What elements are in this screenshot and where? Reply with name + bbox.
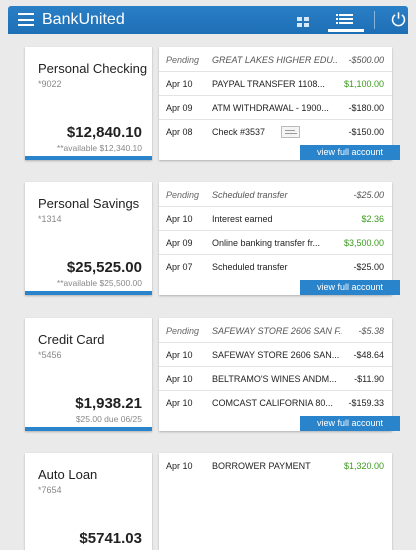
available-balance: **available $25,500.00 bbox=[56, 278, 142, 288]
transaction-row[interactable]: Apr 10 Interest earned $2.36 bbox=[159, 207, 392, 231]
check-image-icon[interactable] bbox=[281, 126, 300, 138]
transaction-description: Online banking transfer fr... bbox=[212, 238, 321, 248]
transaction-row[interactable]: Pending Scheduled transfer -$25.00 bbox=[159, 183, 392, 207]
account-balance: $25,525.00 bbox=[66, 259, 142, 276]
transaction-description: ATM WITHDRAWAL - 1900... bbox=[212, 103, 329, 113]
view-full-account-button[interactable]: view full account bbox=[300, 145, 400, 160]
transactions-panel: Apr 10 BORROWER PAYMENT $1,320.00 bbox=[159, 453, 392, 550]
transaction-date: Apr 10 bbox=[166, 79, 193, 89]
app-title: BankUnited bbox=[42, 11, 125, 28]
transaction-description: COMCAST CALIFORNIA 80... bbox=[212, 398, 333, 408]
transaction-description: BELTRAMO'S WINES ANDM... bbox=[212, 374, 337, 384]
account-summary-card[interactable]: Auto Loan *7654 $5741.03 bbox=[25, 453, 152, 550]
transaction-row[interactable]: Pending SAFEWAY STORE 2606 SAN F... -$5.… bbox=[159, 319, 392, 343]
transaction-row[interactable]: Apr 10 BELTRAMO'S WINES ANDM... -$11.90 bbox=[159, 367, 392, 391]
account-balance: $1,938.21 bbox=[75, 395, 142, 412]
transaction-amount: -$159.33 bbox=[348, 398, 384, 408]
account-number: *1314 bbox=[38, 214, 62, 224]
account-name: Personal Savings bbox=[38, 196, 140, 211]
transaction-date: Apr 08 bbox=[166, 127, 193, 137]
app-bar: BankUnited bbox=[8, 6, 408, 34]
transaction-description: Scheduled transfer bbox=[212, 262, 288, 272]
account-number: *9022 bbox=[38, 79, 62, 89]
payment-due: $25.00 due 06/25 bbox=[75, 414, 142, 424]
transaction-row[interactable]: Apr 10 PAYPAL TRANSFER 1108... $1,100.00 bbox=[159, 72, 392, 96]
account-name: Auto Loan bbox=[38, 467, 98, 482]
transaction-row[interactable]: Apr 09 Online banking transfer fr... $3,… bbox=[159, 231, 392, 255]
transaction-amount: $2.36 bbox=[361, 214, 384, 224]
transaction-date: Apr 09 bbox=[166, 103, 193, 113]
transaction-row[interactable]: Pending GREAT LAKES HIGHER EDU... -$500.… bbox=[159, 48, 392, 72]
available-balance: **available $12,340.10 bbox=[56, 143, 142, 153]
transaction-description: SAFEWAY STORE 2606 SAN F... bbox=[212, 326, 342, 336]
transaction-amount: -$180.00 bbox=[348, 103, 384, 113]
transaction-description: BORROWER PAYMENT bbox=[212, 461, 311, 471]
grid-view-icon[interactable] bbox=[297, 17, 309, 27]
transactions-panel: Pending GREAT LAKES HIGHER EDU... -$500.… bbox=[159, 47, 400, 160]
transaction-amount: $1,100.00 bbox=[343, 79, 384, 89]
view-full-account-button[interactable]: view full account bbox=[300, 416, 400, 431]
account-name: Personal Checking bbox=[38, 61, 148, 76]
transaction-row[interactable]: Apr 10 SAFEWAY STORE 2606 SAN... -$48.64 bbox=[159, 343, 392, 367]
transaction-amount: $1,320.00 bbox=[343, 461, 384, 471]
transaction-row[interactable]: Apr 07 Scheduled transfer -$25.00 bbox=[159, 255, 392, 279]
transaction-amount: -$500.00 bbox=[348, 55, 384, 65]
transaction-date: Apr 07 bbox=[166, 262, 193, 272]
account-summary-card[interactable]: Personal Checking *9022 $12,840.10 **ava… bbox=[25, 47, 152, 160]
transaction-date: Pending bbox=[166, 326, 200, 336]
transactions-panel: Pending Scheduled transfer -$25.00 Apr 1… bbox=[159, 182, 400, 295]
transaction-row[interactable]: Apr 10 BORROWER PAYMENT $1,320.00 bbox=[159, 454, 392, 478]
account-number: *7654 bbox=[38, 485, 62, 495]
transaction-amount: -$25.00 bbox=[353, 262, 384, 272]
transaction-date: Apr 10 bbox=[166, 214, 193, 224]
account-balance: $12,840.10 bbox=[66, 124, 142, 141]
account-summary-card[interactable]: Personal Savings *1314 $25,525.00 **avai… bbox=[25, 182, 152, 295]
transaction-row[interactable]: Apr 10 COMCAST CALIFORNIA 80... -$159.33 bbox=[159, 391, 392, 415]
transaction-description: Scheduled transfer bbox=[212, 190, 288, 200]
transaction-amount: -$48.64 bbox=[353, 350, 384, 360]
transaction-amount: -$25.00 bbox=[353, 190, 384, 200]
transaction-description: GREAT LAKES HIGHER EDU... bbox=[212, 55, 337, 65]
transaction-amount: -$11.90 bbox=[354, 374, 384, 384]
account-summary-card[interactable]: Credit Card *5456 $1,938.21 $25.00 due 0… bbox=[25, 318, 152, 431]
transaction-amount: $3,500.00 bbox=[343, 238, 384, 248]
view-full-account-button[interactable]: view full account bbox=[300, 280, 400, 295]
transaction-date: Apr 10 bbox=[166, 350, 193, 360]
transaction-description: PAYPAL TRANSFER 1108... bbox=[212, 79, 325, 89]
transaction-description: Check #3537 bbox=[212, 127, 266, 137]
transaction-date: Pending bbox=[166, 55, 200, 65]
transaction-date: Pending bbox=[166, 190, 200, 200]
transaction-date: Apr 10 bbox=[166, 461, 193, 471]
account-balance: $5741.03 bbox=[79, 530, 142, 547]
power-icon[interactable] bbox=[390, 11, 407, 28]
divider bbox=[374, 11, 375, 29]
account-name: Credit Card bbox=[38, 332, 105, 347]
list-view-icon[interactable] bbox=[328, 8, 364, 32]
transaction-row[interactable]: Apr 09 ATM WITHDRAWAL - 1900... -$180.00 bbox=[159, 96, 392, 120]
transaction-amount: -$150.00 bbox=[348, 127, 384, 137]
transaction-date: Apr 10 bbox=[166, 398, 193, 408]
transaction-description: SAFEWAY STORE 2606 SAN... bbox=[212, 350, 340, 360]
transaction-date: Apr 09 bbox=[166, 238, 193, 248]
transaction-amount: -$5.38 bbox=[358, 326, 384, 336]
transaction-row[interactable]: Apr 08 Check #3537 -$150.00 bbox=[159, 120, 392, 144]
transaction-date: Apr 10 bbox=[166, 374, 193, 384]
menu-icon[interactable] bbox=[18, 13, 34, 26]
account-number: *5456 bbox=[38, 350, 62, 360]
transactions-panel: Pending SAFEWAY STORE 2606 SAN F... -$5.… bbox=[159, 318, 400, 431]
transaction-description: Interest earned bbox=[212, 214, 273, 224]
